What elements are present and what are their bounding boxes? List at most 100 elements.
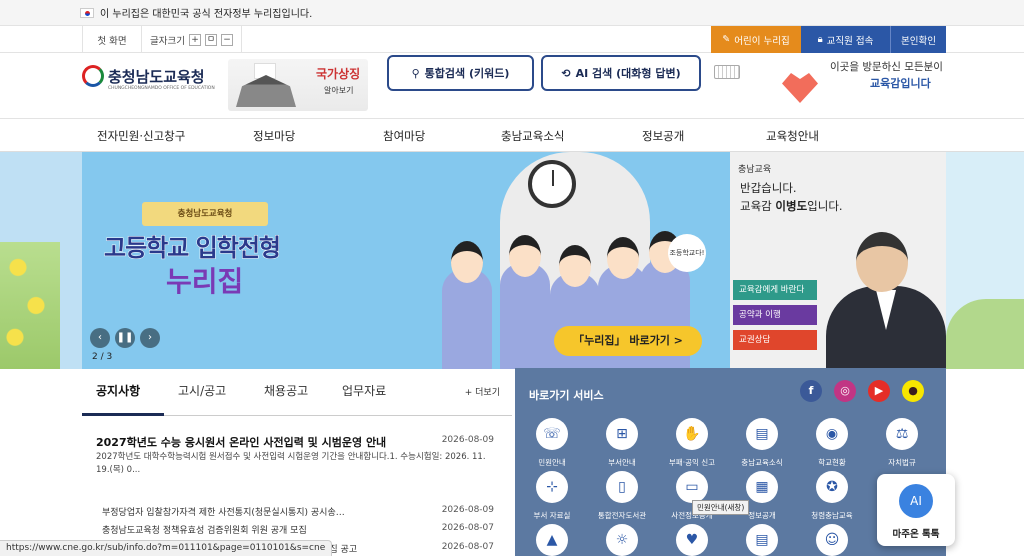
superintendent-box: 충남교육 반갑습니다. 교육감 이병도입니다. 교육감에게 바란다 공약과 이행… <box>730 152 946 376</box>
service-civil[interactable]: ☏ 민원안내 <box>523 418 581 468</box>
font-plus-button[interactable]: + <box>188 33 201 46</box>
scale-icon: ⚖ <box>886 418 918 450</box>
font-minus-button[interactable]: − <box>220 33 233 46</box>
next-slide-button[interactable]: › <box>140 328 160 348</box>
keyboard-icon[interactable] <box>714 65 740 79</box>
notice-tabs: 공지사항 고시/공고 채용공고 업무자료 + 더보기 <box>82 368 512 416</box>
superintendent-photo <box>826 232 946 376</box>
hand-icon: ✋ <box>676 418 708 450</box>
prev-slide-button[interactable]: ‹ <box>90 328 110 348</box>
list-item-date: 2026-08-07 <box>441 523 494 533</box>
teacher-counsel-button[interactable]: 교권상담 <box>733 330 817 350</box>
welcome-line1: 반갑습니다. <box>740 181 797 195</box>
service-library[interactable]: ▯ 통합전자도서관 <box>593 471 651 521</box>
more-link[interactable]: + 더보기 <box>465 385 500 398</box>
welcome-logo: 충남교육 <box>738 165 772 175</box>
speech-bubble: 조등학교다! <box>668 234 706 272</box>
chart-icon: ▲ <box>536 524 568 556</box>
pencil-icon: ✎ <box>722 34 731 45</box>
ask-superintendent-button[interactable]: 교육감에게 바란다 <box>733 280 817 300</box>
kakao-icon[interactable]: ● <box>902 380 924 402</box>
slide-ribbon: 충청남도교육청 <box>142 202 268 226</box>
list-item-title: 충청남도교육청 정책유효성 검증위원회 위원 공개 모집 <box>102 526 307 536</box>
welcome-line2-pre: 교육감 <box>740 199 776 213</box>
home-link[interactable]: 첫 화면 <box>82 26 142 53</box>
pause-slide-button[interactable]: ❚❚ <box>115 328 135 348</box>
site-header: 충청남도교육청 CHUNGCHEONGNAMDO OFFICE OF EDUCA… <box>0 53 1024 118</box>
slide-title: 고등학교 입학전형 <box>104 234 282 263</box>
clock-icon <box>528 160 576 208</box>
pledge-button[interactable]: 공약과 이행 <box>733 305 817 325</box>
main-slide[interactable]: 충청남도교육청 고등학교 입학전형 누리집 조등학교다! 「누리집」 바로가기 … <box>82 152 730 369</box>
org-chart-icon: ⊞ <box>606 418 638 450</box>
service-integrity[interactable]: ✪ 청렴충남교육 <box>803 471 861 521</box>
font-size-label: 글자크기 <box>150 35 185 47</box>
staff-login-link[interactable]: 🔒︎ 교직원 접속 <box>801 26 891 53</box>
tab-work-data[interactable]: 업무자료 <box>342 382 386 399</box>
gov-banner-text: 이 누리집은 대한민국 공식 전자정부 누리집입니다. <box>100 9 313 20</box>
main-nav: 전자민원·신고창구 정보마당 참여마당 충남교육소식 정보공개 교육청안내 <box>0 118 1024 152</box>
list-item[interactable]: 부정당업자 입찰참가자격 제한 사전통지(청문실시통지) 공시송… 2026-08… <box>102 505 494 518</box>
student-figure <box>442 241 492 369</box>
visit-slogan: 이곳을 방문하신 모든분이 교육감입니다 <box>762 53 947 105</box>
tablet-icon: ▯ <box>606 471 638 503</box>
slide-cta-button[interactable]: 「누리집」 바로가기 > <box>554 326 702 356</box>
service-schools[interactable]: ◉ 학교현황 <box>803 418 861 468</box>
document-icon: ▦ <box>746 471 778 503</box>
nav-item-about[interactable]: 교육청안내 <box>766 128 819 144</box>
active-tab-indicator <box>82 413 164 416</box>
featured-notice-body: 2027학년도 대학수학능력시험 원서접수 및 사전입력 시험운영 기간을 안내… <box>96 452 486 475</box>
news-icon: ▤ <box>746 418 778 450</box>
font-reset-button[interactable]: ㅁ <box>204 33 217 46</box>
service-row3-5[interactable]: ☺ <box>803 524 861 556</box>
kids-site-label: 어린이 누리집 <box>734 35 790 47</box>
tab-recruit[interactable]: 채용공고 <box>264 382 308 399</box>
keyword-search-button[interactable]: ⚲ 통합검색 (키워드) <box>387 55 534 91</box>
list-item-title: 부정당업자 입찰참가자격 제한 사전통지(청문실시통지) 공시송… <box>102 508 345 518</box>
chatbot-button[interactable]: AI 마주온 톡톡 <box>877 474 955 546</box>
service-report[interactable]: ✋ 부패·공익 신고 <box>663 418 721 468</box>
logo-mark-icon <box>82 65 104 87</box>
tab-announcement[interactable]: 고시/공고 <box>178 382 226 399</box>
logo-text: 충청남도교육청 <box>108 67 205 86</box>
nav-item-news[interactable]: 충남교육소식 <box>501 128 564 144</box>
utility-bar: 첫 화면 글자크기 + ㅁ − ✎ 어린이 누리집 🔒︎ 교직원 접속 본인확인 <box>0 26 1024 53</box>
service-news[interactable]: ▤ 충남교육소식 <box>733 418 791 468</box>
auth-link[interactable]: 본인확인 <box>891 26 946 53</box>
service-row3-2[interactable]: ☼ <box>593 524 651 556</box>
facebook-icon[interactable]: f <box>800 380 822 402</box>
form-icon: ▤ <box>746 524 778 556</box>
service-row3-4[interactable]: ▤ <box>733 524 791 556</box>
instagram-icon[interactable]: ◎ <box>834 380 856 402</box>
list-item[interactable]: 충청남도교육청 정책유효성 검증위원회 위원 공개 모집 2026-08-07 <box>102 523 494 536</box>
nav-item-disclosure[interactable]: 정보공개 <box>642 128 684 144</box>
ai-search-button[interactable]: ⟲ AI 검색 (대화형 답변) <box>541 55 701 91</box>
student-figure <box>500 235 550 369</box>
service-row3-1[interactable]: ▲ <box>523 524 581 556</box>
kids-site-link[interactable]: ✎ 어린이 누리집 <box>711 26 801 53</box>
featured-notice-title[interactable]: 2027학년도 수능 응시원서 온라인 사전입력 및 시범운영 안내 <box>96 434 386 450</box>
status-url: https://www.cne.go.kr/sub/info.do?m=0111… <box>0 540 333 556</box>
logo-subtext: CHUNGCHEONGNAMDO OFFICE OF EDUCATION <box>108 86 215 91</box>
youtube-icon[interactable]: ▶ <box>868 380 890 402</box>
hand-heart-icon: ♥ <box>676 524 708 556</box>
nav-item-civil[interactable]: 전자민원·신고창구 <box>97 128 185 144</box>
services-title: 바로가기 서비스 <box>529 389 604 402</box>
site-logo[interactable]: 충청남도교육청 CHUNGCHEONGNAMDO OFFICE OF EDUCA… <box>82 65 215 91</box>
service-departments[interactable]: ⊞ 부서안내 <box>593 418 651 468</box>
service-dept-data[interactable]: ⊹ 부서 자료실 <box>523 471 581 521</box>
nav-item-participation[interactable]: 참여마당 <box>383 128 425 144</box>
national-symbol-banner[interactable]: 국가상징 알아보기 <box>228 59 368 111</box>
service-regulations[interactable]: ⚖ 자치법규 <box>873 418 931 468</box>
korea-flag-icon <box>80 7 94 18</box>
tab-notice[interactable]: 공지사항 <box>96 382 140 399</box>
welcome-line2: 교육감 이병도입니다. <box>740 198 843 214</box>
service-row3-3[interactable]: ♥ <box>663 524 721 556</box>
staff-login-label: 교직원 접속 <box>826 35 874 47</box>
featured-notice-date: 2026-08-09 <box>441 435 494 445</box>
national-symbol-title: 국가상징 <box>316 67 361 81</box>
sitemap-icon: ⊹ <box>536 471 568 503</box>
nav-item-info[interactable]: 정보마당 <box>253 128 295 144</box>
slide-subtitle: 누리집 <box>166 265 244 298</box>
gov-banner: 이 누리집은 대한민국 공식 전자정부 누리집입니다. <box>0 0 1024 26</box>
